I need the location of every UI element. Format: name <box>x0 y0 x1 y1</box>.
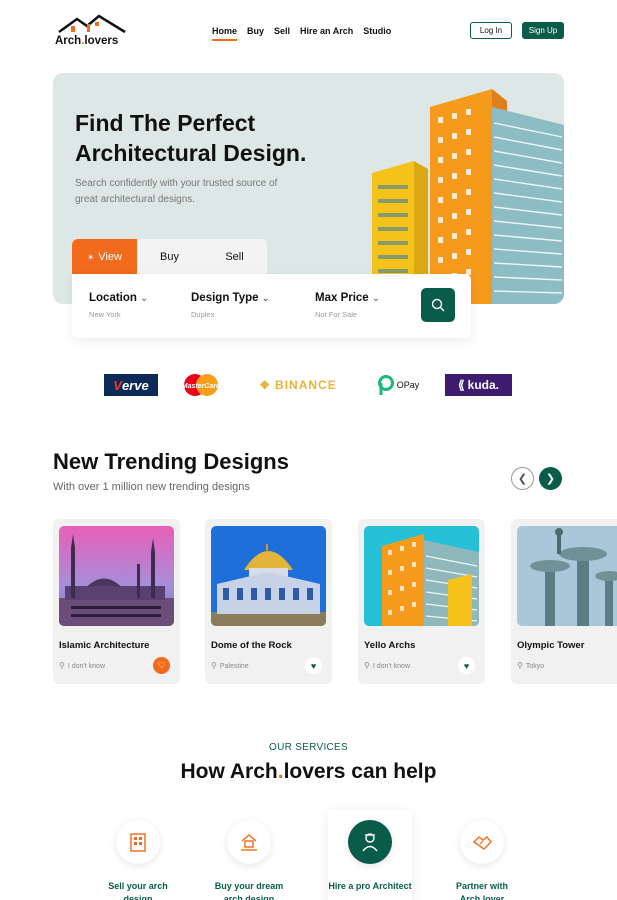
handshake-icon <box>460 820 504 864</box>
nav-studio[interactable]: Studio <box>363 26 391 36</box>
services-title: How Arch.lovers can help <box>180 760 437 783</box>
partner-logos: Verve MasterCard ❖ BINANCE OPay ⟪ kuda. <box>0 374 617 398</box>
favorite-button[interactable]: ♥ <box>458 657 475 674</box>
trending-title: New Trending Designs <box>53 449 289 474</box>
design-card-dome-of-the-rock[interactable]: Dome of the Rock ⚲ Palestine ♥ <box>205 519 332 684</box>
card-location: ⚲ Palestine <box>211 661 249 670</box>
binance-logo: ❖ BINANCE <box>259 378 337 392</box>
binance-diamond-icon: ❖ <box>259 378 272 392</box>
hero-title: Find The Perfect Architectural Design. <box>75 110 307 166</box>
chevron-down-icon: ⌄ <box>139 293 149 304</box>
design-card-islamic-architecture[interactable]: Islamic Architecture ⚲ I don't know ♡ <box>53 519 180 684</box>
service-sell-design[interactable]: Sell your arch design <box>96 810 180 900</box>
chevron-right-icon: ❯ <box>545 473 556 485</box>
location-pin-icon: ⚲ <box>211 661 217 670</box>
heart-icon: ♥ <box>310 660 317 671</box>
house-roof-logo-icon <box>58 14 126 34</box>
card-title: Olympic Tower <box>517 640 585 651</box>
card-title: Dome of the Rock <box>211 640 292 651</box>
kuda-logo: ⟪ kuda. <box>445 374 512 396</box>
logo[interactable]: Arch.lovers <box>55 14 135 50</box>
card-location: ⚲ I don't know <box>59 661 105 670</box>
heart-icon: ♥ <box>463 660 470 671</box>
card-image <box>211 526 326 626</box>
location-select[interactable]: Location ⌄ New York <box>89 292 148 319</box>
card-title: Islamic Architecture <box>59 640 150 651</box>
opay-logo: OPay <box>372 374 424 396</box>
location-pin-icon: ⚲ <box>364 661 370 670</box>
tab-buy[interactable]: Buy <box>137 239 202 275</box>
design-type-value: Duplex <box>191 310 215 319</box>
search-button[interactable] <box>421 288 455 322</box>
login-button[interactable]: Log In <box>470 22 512 39</box>
chevron-down-icon: ⌄ <box>261 293 270 304</box>
services-kicker: OUR SERVICES <box>269 742 348 753</box>
carousel-prev-button[interactable]: ❮ <box>511 467 534 490</box>
nav-home[interactable]: Home <box>212 26 238 41</box>
heart-icon: ♡ <box>157 660 166 670</box>
hero-subtitle: Search confidently with your trusted sou… <box>75 178 278 205</box>
design-card-olympic-tower[interactable]: Olympic Tower ⚲ Tokyo <box>511 519 617 684</box>
tab-view[interactable]: ☀ View <box>72 239 137 275</box>
svg-text:MasterCard: MasterCard <box>182 383 221 390</box>
signup-button[interactable]: Sign Up <box>522 22 564 39</box>
search-tabs: ☀ View Buy Sell <box>72 239 267 275</box>
design-type-select[interactable]: Design Type ⌄ Duplex <box>191 292 270 319</box>
service-label: Hire a pro Architect <box>328 881 412 891</box>
location-value: New York <box>89 310 121 319</box>
search-panel: Location ⌄ New York Design Type ⌄ Duplex M… <box>72 274 471 338</box>
nav-buy[interactable]: Buy <box>247 26 264 36</box>
favorite-button[interactable]: ♡ <box>153 657 170 674</box>
verve-logo: Verve <box>104 374 158 396</box>
card-location: ⚲ Tokyo <box>517 661 545 670</box>
max-price-select[interactable]: Max Price ⌄ Not For Sale <box>315 292 380 319</box>
main-menu: Home Buy Sell Hire an Arch Studio <box>212 26 391 41</box>
max-price-value: Not For Sale <box>315 310 358 319</box>
hero-building-image <box>372 89 564 304</box>
nav-sell[interactable]: Sell <box>274 26 290 36</box>
top-nav: Arch.lovers Home Buy Sell Hire an Arch S… <box>0 14 617 54</box>
service-label: Buy your dream arch design <box>214 881 284 900</box>
design-card-yello-archs[interactable]: Yello Archs ⚲ I don't know ♥ <box>358 519 485 684</box>
card-image <box>517 526 617 626</box>
card-location: ⚲ I don't know <box>364 661 410 670</box>
house-hand-icon <box>227 820 271 864</box>
location-pin-icon: ⚲ <box>59 661 65 670</box>
nav-hire-an-arch[interactable]: Hire an Arch <box>300 26 353 36</box>
search-icon <box>431 298 445 312</box>
service-label: Sell your arch design <box>108 881 168 900</box>
service-hire-architect[interactable]: Hire a pro Architect <box>328 810 412 900</box>
tab-sell[interactable]: Sell <box>202 239 267 275</box>
service-label: Partner with Arch.lover <box>455 881 508 900</box>
chevron-left-icon: ❮ <box>517 473 528 485</box>
card-image <box>59 526 174 626</box>
card-image <box>364 526 479 626</box>
carousel-next-button[interactable]: ❯ <box>539 467 562 490</box>
service-buy-design[interactable]: Buy your dream arch design <box>207 810 291 900</box>
card-title: Yello Archs <box>364 640 416 651</box>
service-partner[interactable]: Partner with Arch.lover <box>440 810 524 900</box>
mastercard-logo: MasterCard <box>180 374 222 396</box>
favorite-button[interactable]: ♥ <box>305 657 322 674</box>
building-icon <box>116 820 160 864</box>
trending-subtitle: With over 1 million new trending designs <box>53 481 250 493</box>
architect-icon <box>348 820 392 864</box>
sun-icon: ☀ <box>87 252 95 262</box>
chevron-down-icon: ⌄ <box>371 293 381 304</box>
location-pin-icon: ⚲ <box>517 661 523 670</box>
brand-name: Arch.lovers <box>55 35 119 47</box>
